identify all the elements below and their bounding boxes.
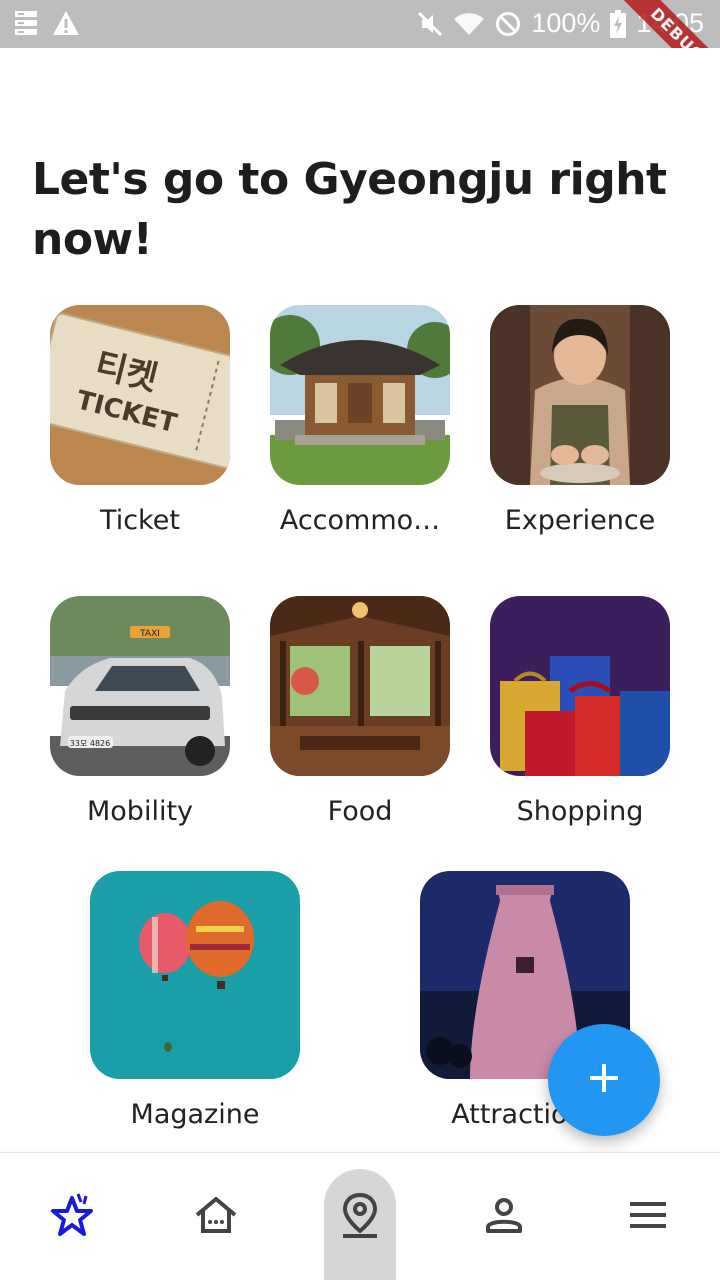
wifi-icon (453, 11, 485, 37)
add-fab-button[interactable] (548, 1024, 660, 1136)
do-not-disturb-icon (495, 11, 521, 37)
category-experience[interactable]: Experience (470, 305, 690, 536)
taxi-plate-text: 33모 4826 (70, 739, 110, 748)
shopping-bags-image (490, 596, 670, 776)
category-mobility-label: Mobility (86, 796, 194, 827)
category-ticket[interactable]: 티켓 TICKET Ticket (30, 305, 250, 536)
battery-percent: 100% (531, 8, 601, 38)
taxi-sign-text: TAXI (139, 629, 160, 639)
category-mobility[interactable]: TAXI 33모 4826 Mobility (30, 596, 250, 827)
category-food-label: Food (327, 796, 393, 827)
star-icon (48, 1192, 96, 1242)
location-pin-icon (340, 1191, 380, 1243)
warning-icon (52, 10, 80, 36)
menu-icon (628, 1200, 668, 1234)
category-accommodation[interactable]: Accommo… (250, 305, 470, 536)
page-title: Let's go to Gyeongju right now! (32, 154, 667, 265)
category-accommodation-label: Accommo… (279, 505, 441, 536)
storage-icon (14, 10, 38, 36)
category-shopping[interactable]: Shopping (470, 596, 690, 827)
person-icon (485, 1196, 523, 1238)
restaurant-image (270, 596, 450, 776)
nav-item-star[interactable] (22, 1153, 122, 1280)
category-food[interactable]: Food (250, 596, 470, 827)
bottom-navigation (0, 1152, 720, 1280)
taxi-image: TAXI 33모 4826 (50, 596, 230, 776)
status-bar: 100% 14:05 DEBUG (0, 0, 720, 48)
battery-charging-icon (610, 9, 627, 38)
balloon-image (90, 871, 300, 1079)
category-ticket-label: Ticket (100, 505, 180, 536)
nav-item-map[interactable] (310, 1153, 410, 1280)
nav-item-home[interactable] (166, 1153, 266, 1280)
pottery-image (490, 305, 670, 485)
ticket-image: 티켓 TICKET (50, 305, 230, 485)
plus-icon (587, 1061, 621, 1099)
hanok-image (270, 305, 450, 485)
nav-item-profile[interactable] (454, 1153, 554, 1280)
nav-item-menu[interactable] (598, 1153, 698, 1280)
home-icon (193, 1195, 239, 1239)
category-magazine-label: Magazine (130, 1099, 260, 1130)
category-magazine[interactable]: Magazine (70, 871, 320, 1130)
category-shopping-label: Shopping (516, 796, 644, 827)
mute-icon (417, 11, 443, 37)
category-experience-label: Experience (504, 505, 656, 536)
